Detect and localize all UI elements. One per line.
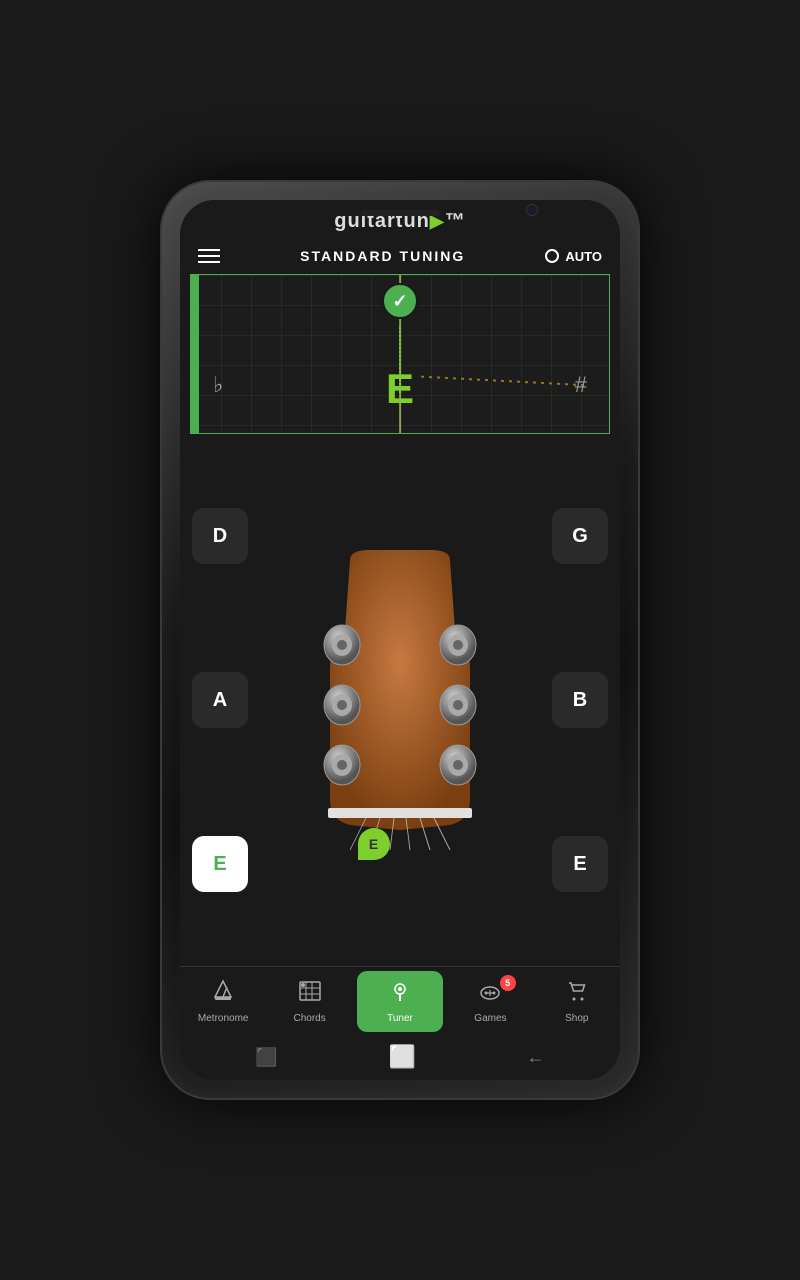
brand-bar: guitartun▶™ [180, 200, 620, 238]
auto-toggle[interactable]: AUTO [545, 249, 602, 264]
tuner-check-badge: ✓ [382, 283, 418, 319]
phone-frame: guitartun▶™ STANDARD TUNING AUTO [160, 180, 640, 1100]
string-btn-d[interactable]: D [192, 508, 248, 564]
guitar-headstock-svg [290, 550, 510, 850]
back-btn[interactable]: ← [527, 1047, 545, 1068]
chords-icon [298, 979, 322, 1009]
nav-label-games: Games [474, 1013, 506, 1024]
nav-item-chords[interactable]: Chords [266, 975, 352, 1028]
auto-circle [545, 249, 559, 263]
nav-label-chords: Chords [293, 1013, 325, 1024]
flat-label: ♭ [213, 372, 223, 398]
string-indicator-note: E [369, 836, 378, 852]
check-icon: ✓ [392, 291, 407, 312]
top-bar: STANDARD TUNING AUTO [180, 238, 620, 274]
nav-label-metronome: Metronome [198, 1013, 249, 1024]
tuner-icon [388, 979, 412, 1009]
phone-speaker [360, 210, 440, 216]
guitar-headstock-container: E [290, 550, 510, 850]
nav-label-shop: Shop [565, 1013, 588, 1024]
string-btn-a[interactable]: A [192, 672, 248, 728]
nav-item-games[interactable]: 5 Games [447, 975, 533, 1028]
brand-tm: ™ [445, 210, 466, 232]
string-buttons-right: G B E [552, 434, 608, 966]
tuner-note: E [386, 365, 414, 413]
shop-icon [565, 979, 589, 1009]
metronome-icon [211, 979, 235, 1009]
nav-label-tuner: Tuner [387, 1013, 413, 1024]
nav-item-tuner[interactable]: Tuner [357, 971, 443, 1032]
tuner-display: ✓ E ♭ # [190, 274, 610, 434]
android-nav-bar: ⬛ ⬜ ← [180, 1034, 620, 1080]
auto-label: AUTO [565, 249, 602, 264]
home-btn[interactable]: ⬜ [389, 1044, 416, 1070]
bottom-nav: Metronome Chords Tuner [180, 966, 620, 1034]
sharp-label: # [575, 372, 587, 398]
string-btn-b[interactable]: B [552, 672, 608, 728]
games-badge: 5 [500, 975, 516, 991]
string-btn-e-high[interactable]: E [552, 836, 608, 892]
string-indicator-bubble: E [358, 828, 390, 860]
phone-camera [526, 204, 538, 216]
recent-btn[interactable]: ⬛ [255, 1047, 277, 1068]
phone-screen: guitartun▶™ STANDARD TUNING AUTO [180, 200, 620, 1080]
string-btn-g[interactable]: G [552, 508, 608, 564]
tuning-title: STANDARD TUNING [300, 248, 465, 264]
string-buttons-left: D A E [192, 434, 248, 966]
games-icon [478, 979, 502, 1009]
tuner-green-bar [191, 275, 199, 433]
string-btn-e-low[interactable]: E [192, 836, 248, 892]
menu-button[interactable] [198, 249, 220, 263]
nav-item-shop[interactable]: Shop [534, 975, 620, 1028]
guitar-section: D A E [180, 434, 620, 966]
app-content: STANDARD TUNING AUTO ✓ E ♭ # [180, 238, 620, 1080]
nav-item-metronome[interactable]: Metronome [180, 975, 266, 1028]
